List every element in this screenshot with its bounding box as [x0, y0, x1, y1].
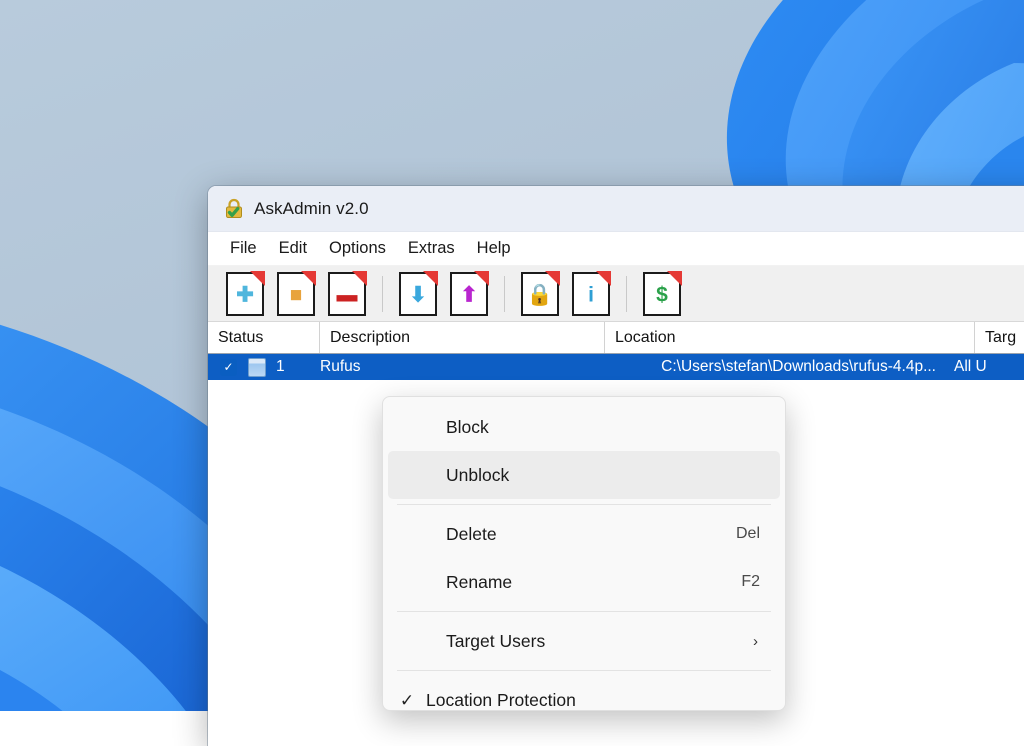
context-menu-separator — [397, 504, 771, 505]
context-menu-item-unblock[interactable]: Unblock — [388, 451, 780, 499]
title-bar[interactable]: AskAdmin v2.0 — [208, 186, 1024, 232]
table-row[interactable]: ✓ 1RufusC:\Users\stefan\Downloads\rufus-4… — [208, 354, 1024, 380]
window-title: AskAdmin v2.0 — [254, 199, 369, 219]
icon-glyph: i — [572, 284, 610, 305]
toolbar: ✚ ■ ▬ ⬇ ⬆ 🔒 i $ — [208, 266, 1024, 322]
row-number: 1 — [276, 358, 320, 376]
page-minus-icon: ▬ — [328, 272, 366, 316]
page-info-icon: i — [572, 272, 610, 316]
context-menu-item-block[interactable]: Block — [388, 403, 780, 451]
context-menu: Block Unblock Delete Del Rename F2 Target User… — [382, 396, 786, 711]
row-location: C:\Users\stefan\Downloads\rufus-4.4p... — [570, 358, 944, 376]
row-description: Rufus — [320, 358, 570, 376]
menu-edit[interactable]: Edit — [268, 236, 318, 261]
row-checkbox[interactable]: ✓ — [220, 359, 237, 376]
page-plus-icon: ✚ — [226, 272, 264, 316]
icon-glyph: 🔒 — [521, 284, 559, 305]
context-menu-item-label: Block — [446, 417, 489, 438]
export-button[interactable]: ⬆ — [446, 271, 492, 317]
column-header-description[interactable]: Description — [320, 322, 605, 353]
chevron-right-icon: › — [753, 633, 758, 650]
column-header-location[interactable]: Location — [605, 322, 975, 353]
column-header-target-users[interactable]: Targ — [975, 322, 1024, 353]
context-menu-item-delete[interactable]: Delete Del — [388, 510, 780, 558]
menu-file[interactable]: File — [219, 236, 268, 261]
page-lock-icon: 🔒 — [521, 272, 559, 316]
menu-help[interactable]: Help — [466, 236, 522, 261]
context-menu-item-shortcut: F2 — [741, 573, 760, 591]
icon-glyph: ✚ — [226, 284, 264, 305]
donate-button[interactable]: $ — [639, 271, 685, 317]
add-file-button[interactable]: ✚ — [222, 271, 268, 317]
toolbar-separator — [382, 276, 383, 312]
context-menu-separator — [397, 670, 771, 671]
menu-bar: FileEditOptionsExtrasHelp — [208, 232, 1024, 266]
file-icon — [248, 358, 266, 377]
context-menu-item-label: Delete — [446, 524, 497, 545]
icon-glyph: ⬇ — [399, 284, 437, 305]
toolbar-separator — [504, 276, 505, 312]
menu-options[interactable]: Options — [318, 236, 397, 261]
block-button[interactable]: 🔒 — [517, 271, 563, 317]
context-menu-item-target-users[interactable]: Target Users › — [388, 617, 780, 665]
context-menu-item-location-protection[interactable]: ✓Location Protection — [388, 676, 780, 711]
context-menu-item-label: Unblock — [446, 465, 509, 486]
context-menu-separator — [397, 611, 771, 612]
row-target-users: All U — [944, 358, 987, 376]
padlock-check-icon — [223, 198, 245, 220]
info-button[interactable]: i — [568, 271, 614, 317]
icon-glyph: ⬆ — [450, 284, 488, 305]
import-button[interactable]: ⬇ — [395, 271, 441, 317]
context-menu-item-label: Location Protection — [426, 690, 576, 711]
context-menu-item-rename[interactable]: Rename F2 — [388, 558, 780, 606]
page-upload-icon: ⬆ — [450, 272, 488, 316]
icon-glyph: ▬ — [328, 284, 366, 305]
page-folder-add-icon: ■ — [277, 272, 315, 316]
checkmark-icon: ✓ — [388, 692, 426, 709]
context-menu-item-label: Target Users — [446, 631, 545, 652]
column-header-status[interactable]: Status — [208, 322, 320, 353]
page-dollar-icon: $ — [643, 272, 681, 316]
page-download-icon: ⬇ — [399, 272, 437, 316]
context-menu-item-shortcut: Del — [736, 525, 760, 543]
list-column-header: Status Description Location Targ — [208, 322, 1024, 354]
add-folder-button[interactable]: ■ — [273, 271, 319, 317]
remove-button[interactable]: ▬ — [324, 271, 370, 317]
icon-glyph: $ — [643, 284, 681, 305]
toolbar-separator — [626, 276, 627, 312]
icon-glyph: ■ — [277, 284, 315, 305]
menu-extras[interactable]: Extras — [397, 236, 466, 261]
context-menu-item-label: Rename — [446, 572, 512, 593]
